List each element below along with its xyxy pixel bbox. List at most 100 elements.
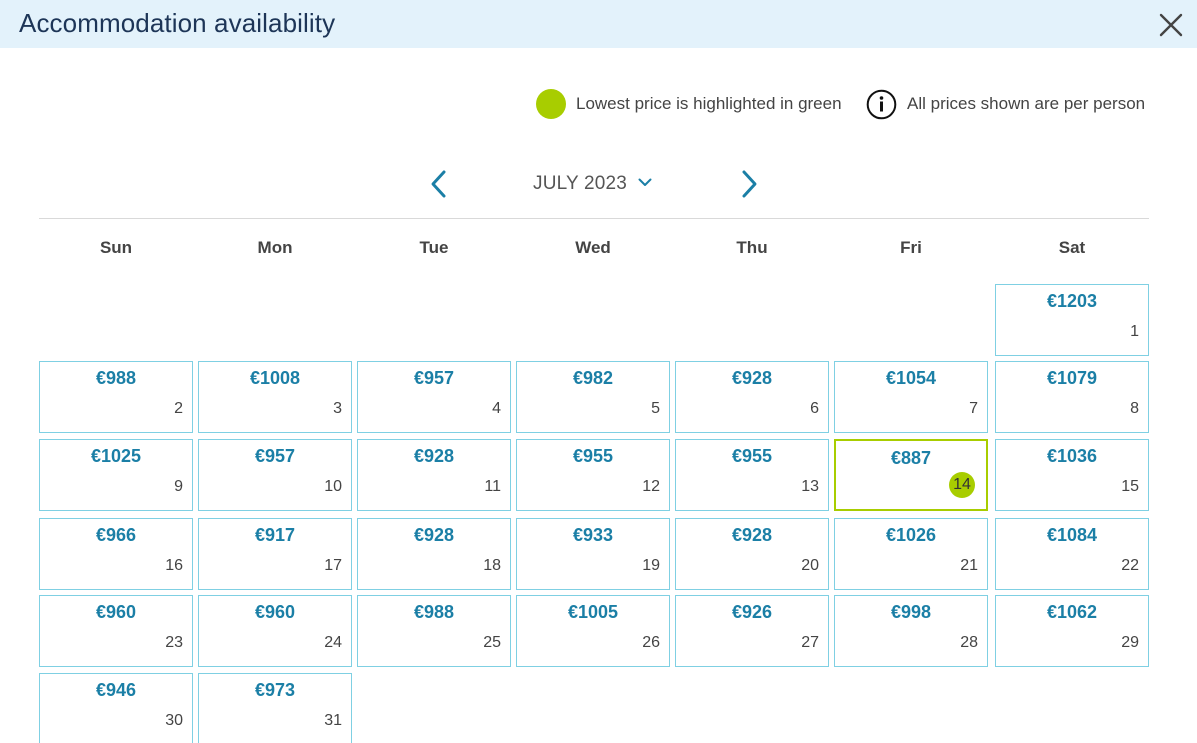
day-price: €998 bbox=[890, 602, 932, 622]
day-price: €973 bbox=[254, 680, 296, 700]
day-number: 19 bbox=[642, 557, 660, 574]
lowest-price-legend-text: Lowest price is highlighted in green bbox=[576, 94, 842, 113]
day-price: €933 bbox=[572, 525, 614, 545]
weekday-mon: Mon bbox=[257, 238, 293, 257]
weekday-wed: Wed bbox=[575, 238, 611, 257]
day-price: €1008 bbox=[249, 368, 301, 388]
month-dropdown[interactable]: JULY 2023 bbox=[533, 173, 652, 197]
day-price: €982 bbox=[572, 368, 614, 388]
day-number: 28 bbox=[960, 634, 978, 651]
day-number: 4 bbox=[492, 400, 501, 417]
day-price: €928 bbox=[731, 525, 773, 545]
dialog-header: Accommodation availability bbox=[0, 0, 1197, 48]
day-price: €1026 bbox=[885, 525, 937, 545]
next-month-button[interactable] bbox=[737, 168, 761, 200]
day-price: €966 bbox=[95, 525, 137, 545]
calendar-day-cell[interactable]: €946 30 bbox=[39, 673, 193, 743]
calendar-day-cell[interactable]: €1008 3 bbox=[198, 361, 352, 433]
calendar-day-cell[interactable]: €982 5 bbox=[516, 361, 670, 433]
day-price: €955 bbox=[731, 446, 773, 466]
day-number: 22 bbox=[1121, 557, 1139, 574]
calendar-day-cell[interactable]: €1054 7 bbox=[834, 361, 988, 433]
calendar-day-cell[interactable]: €957 4 bbox=[357, 361, 511, 433]
day-number: 5 bbox=[651, 400, 660, 417]
day-price: €1079 bbox=[1046, 368, 1098, 388]
day-price: €887 bbox=[890, 448, 932, 468]
day-price: €1203 bbox=[1046, 291, 1098, 311]
chevron-left-icon bbox=[431, 170, 446, 198]
day-number: 31 bbox=[324, 712, 342, 729]
calendar-day-cell[interactable]: €1026 21 bbox=[834, 518, 988, 590]
calendar-day-cell[interactable]: €960 24 bbox=[198, 595, 352, 667]
dialog-title: Accommodation availability bbox=[19, 8, 336, 38]
month-label: JULY 2023 bbox=[533, 173, 628, 194]
day-price: €926 bbox=[731, 602, 773, 622]
calendar-day-cell[interactable]: €957 10 bbox=[198, 439, 352, 511]
day-price: €946 bbox=[95, 680, 137, 700]
calendar-day-cell[interactable]: €1079 8 bbox=[995, 361, 1149, 433]
calendar-day-cell[interactable]: €928 11 bbox=[357, 439, 511, 511]
day-price: €1005 bbox=[567, 602, 619, 622]
weekday-sat: Sat bbox=[1058, 238, 1086, 257]
calendar-day-cell[interactable]: €960 23 bbox=[39, 595, 193, 667]
day-price: €988 bbox=[413, 602, 455, 622]
calendar-day-cell[interactable]: €928 6 bbox=[675, 361, 829, 433]
close-icon bbox=[1159, 13, 1183, 37]
day-price: €928 bbox=[413, 525, 455, 545]
month-navigation: JULY 2023 bbox=[0, 166, 1197, 202]
day-price: €955 bbox=[572, 446, 614, 466]
calendar-day-cell[interactable]: €988 2 bbox=[39, 361, 193, 433]
day-price: €957 bbox=[413, 368, 455, 388]
calendar-day-cell[interactable]: €928 18 bbox=[357, 518, 511, 590]
day-price: €1062 bbox=[1046, 602, 1098, 622]
lowest-price-dot bbox=[536, 89, 566, 119]
day-price: €957 bbox=[254, 446, 296, 466]
per-person-legend-text: All prices shown are per person bbox=[907, 94, 1146, 113]
day-number: 8 bbox=[1130, 400, 1139, 417]
close-button[interactable] bbox=[1158, 12, 1184, 38]
calendar-day-cell[interactable]: €998 28 bbox=[834, 595, 988, 667]
calendar-day-cell[interactable]: €917 17 bbox=[198, 518, 352, 590]
day-price: €960 bbox=[95, 602, 137, 622]
calendar-day-cell[interactable]: €1084 22 bbox=[995, 518, 1149, 590]
day-price: €1036 bbox=[1046, 446, 1098, 466]
calendar-day-cell[interactable]: €988 25 bbox=[357, 595, 511, 667]
divider bbox=[39, 218, 1149, 219]
day-price: €1025 bbox=[90, 446, 142, 466]
calendar-day-cell[interactable]: €966 16 bbox=[39, 518, 193, 590]
calendar-day-cell[interactable]: €1025 9 bbox=[39, 439, 193, 511]
calendar-day-cell[interactable]: €1203 1 bbox=[995, 284, 1149, 356]
weekday-fri: Fri bbox=[900, 238, 922, 257]
day-number: 15 bbox=[1121, 478, 1139, 495]
calendar-day-cell[interactable]: €955 13 bbox=[675, 439, 829, 511]
day-price: €917 bbox=[254, 525, 296, 545]
day-number: 21 bbox=[960, 557, 978, 574]
day-number: 10 bbox=[324, 478, 342, 495]
day-price: €1054 bbox=[885, 368, 937, 388]
day-number: 3 bbox=[333, 400, 342, 417]
day-number: 23 bbox=[165, 634, 183, 651]
calendar-day-cell-lowest[interactable]: €887 14 bbox=[834, 439, 988, 511]
day-price: €928 bbox=[413, 446, 455, 466]
calendar-day-cell[interactable]: €1036 15 bbox=[995, 439, 1149, 511]
day-number: 27 bbox=[801, 634, 819, 651]
previous-month-button[interactable] bbox=[427, 168, 451, 200]
day-number: 12 bbox=[642, 478, 660, 495]
calendar-day-cell[interactable]: €928 20 bbox=[675, 518, 829, 590]
chevron-right-icon bbox=[742, 170, 757, 198]
day-number: 13 bbox=[801, 478, 819, 495]
day-number: 26 bbox=[642, 634, 660, 651]
day-number: 16 bbox=[165, 557, 183, 574]
day-number: 17 bbox=[324, 557, 342, 574]
calendar-day-cell[interactable]: €973 31 bbox=[198, 673, 352, 743]
day-price: €928 bbox=[731, 368, 773, 388]
calendar-day-cell[interactable]: €955 12 bbox=[516, 439, 670, 511]
calendar-day-cell[interactable]: €933 19 bbox=[516, 518, 670, 590]
calendar-day-cell[interactable]: €1062 29 bbox=[995, 595, 1149, 667]
weekday-tue: Tue bbox=[419, 238, 449, 257]
legend: Lowest price is highlighted in green All… bbox=[0, 89, 1197, 120]
calendar-day-cell[interactable]: €926 27 bbox=[675, 595, 829, 667]
calendar-day-cell[interactable]: €1005 26 bbox=[516, 595, 670, 667]
day-number: 6 bbox=[810, 400, 819, 417]
day-number: 2 bbox=[174, 400, 183, 417]
